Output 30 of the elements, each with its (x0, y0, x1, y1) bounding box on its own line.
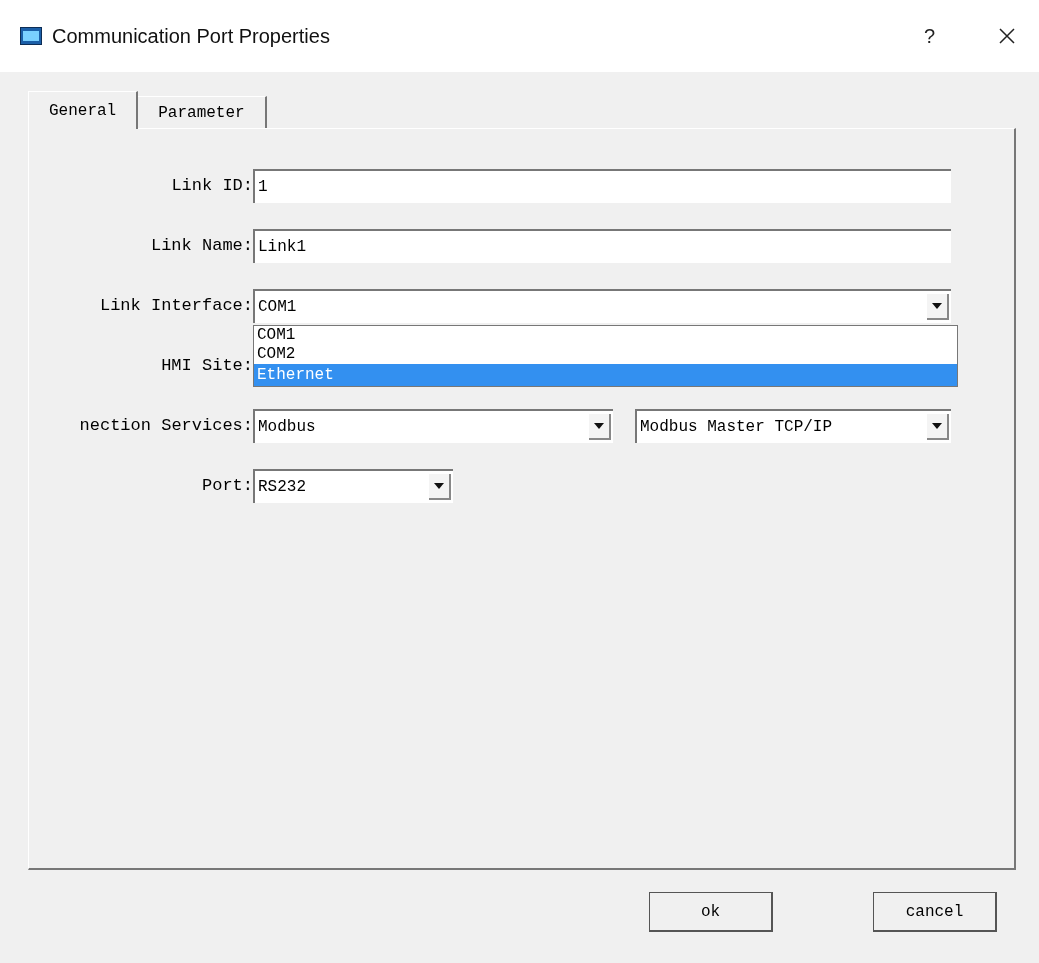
window-title: Communication Port Properties (52, 24, 330, 49)
field-label: Link Name: (149, 235, 253, 258)
dropdown-button[interactable] (927, 294, 949, 320)
dropdown-button[interactable] (429, 474, 451, 500)
close-icon (999, 28, 1015, 44)
text-field[interactable]: 1 (253, 169, 951, 203)
text-field[interactable]: Link1 (253, 229, 951, 263)
dropdown-option[interactable]: COM1 (254, 326, 957, 345)
dialog-button[interactable]: ok (649, 892, 773, 932)
tab[interactable]: Parameter (138, 96, 267, 128)
field-label: nection Services: (78, 415, 253, 438)
dropdown-field[interactable]: COM1 (253, 289, 951, 323)
app-icon (20, 27, 42, 45)
caret-icon (434, 483, 444, 489)
caret-icon (932, 303, 942, 309)
dropdown-field[interactable]: Modbus Master TCP/IP (635, 409, 951, 443)
dropdown-button[interactable] (589, 414, 611, 440)
dropdown-field[interactable]: RS232 (253, 469, 453, 503)
dropdown-button[interactable] (927, 414, 949, 440)
caret-icon (932, 423, 942, 429)
dropdown-field[interactable]: Modbus (253, 409, 613, 443)
caret-icon (594, 423, 604, 429)
tab[interactable]: General (28, 91, 139, 129)
dropdown-option[interactable]: COM2 (254, 345, 957, 364)
field-label: HMI Site: (160, 355, 253, 378)
field-label: Link ID: (170, 175, 253, 198)
field-label: Port: (201, 475, 253, 498)
help-button[interactable]: ? (923, 21, 935, 51)
dialog-button[interactable]: cancel (873, 892, 997, 932)
field-label: Link Interface: (98, 295, 253, 318)
